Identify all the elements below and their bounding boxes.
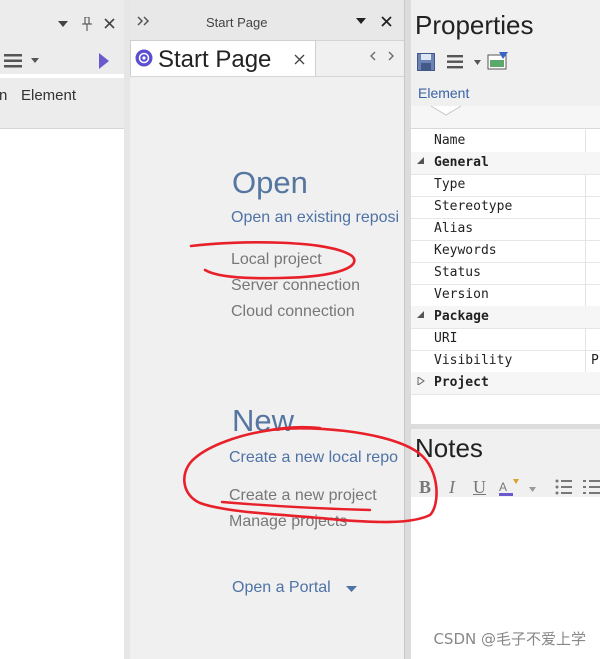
create-new-project-link[interactable]: Create a new project (229, 487, 377, 505)
start-page-panel: Start Page Start Page Open Open an exist… (130, 0, 404, 659)
property-label: Alias (434, 221, 474, 236)
scroll-right-icon[interactable] (388, 51, 394, 61)
underline-button[interactable]: U (473, 477, 486, 498)
property-row[interactable]: Keywords (411, 240, 600, 263)
column-divider[interactable] (585, 350, 586, 372)
dropdown-icon[interactable] (356, 18, 366, 24)
bullet-list-icon[interactable] (555, 479, 573, 495)
column-divider[interactable] (585, 174, 586, 196)
chevron-down-icon[interactable] (346, 586, 357, 592)
start-page-icon (135, 49, 153, 67)
property-row[interactable]: Alias (411, 218, 600, 241)
column-divider[interactable] (585, 130, 586, 152)
cloud-connection-link[interactable]: Cloud connection (231, 303, 355, 321)
property-value[interactable]: Pu (591, 353, 600, 368)
tab-element[interactable]: Element (21, 87, 76, 104)
property-label: Stereotype (434, 199, 513, 214)
tab-pointer (431, 105, 461, 116)
open-existing-link[interactable]: Open an existing reposi (231, 209, 399, 227)
left-panel-toolbar (0, 48, 124, 74)
text-color-icon[interactable]: A (499, 479, 521, 497)
expand-down-icon[interactable] (417, 311, 425, 319)
svg-text:A: A (499, 480, 507, 494)
numbered-list-icon[interactable] (583, 479, 600, 495)
property-label: Type (434, 177, 466, 192)
chevron-down-icon[interactable] (529, 487, 536, 492)
property-label: Version (434, 287, 489, 302)
tab-element[interactable]: Element (418, 85, 469, 101)
column-divider[interactable] (585, 218, 586, 240)
properties-title: Properties (415, 10, 534, 40)
manage-projects-link[interactable]: Manage projects (229, 513, 347, 531)
left-panel-tabs: n Element (0, 78, 124, 129)
close-icon[interactable] (104, 18, 115, 29)
italic-button[interactable]: I (449, 477, 455, 498)
open-portal-link[interactable]: Open a Portal (232, 579, 331, 597)
property-category[interactable]: Project (411, 372, 600, 395)
property-label: Package (434, 309, 489, 324)
play-icon[interactable] (99, 53, 109, 69)
property-row[interactable]: Version (411, 284, 600, 307)
menu-icon[interactable] (4, 54, 24, 68)
property-row[interactable]: Stereotype (411, 196, 600, 219)
property-label: Status (434, 265, 481, 280)
left-panel-titlebar (0, 0, 124, 49)
notes-title: Notes (415, 433, 483, 463)
expand-down-icon[interactable] (417, 157, 425, 165)
property-row[interactable]: Visibility Pu (411, 350, 600, 373)
property-label: Keywords (434, 243, 497, 258)
notes-header: Notes B I U A (411, 424, 600, 497)
close-icon[interactable] (381, 16, 392, 27)
expand-right-icon[interactable] (417, 377, 425, 385)
property-row[interactable]: Name (411, 130, 600, 153)
image-edit-icon[interactable] (487, 51, 509, 71)
bold-button[interactable]: B (419, 477, 431, 498)
property-label: Visibility (434, 353, 513, 368)
property-row[interactable]: Status (411, 262, 600, 285)
local-project-link[interactable]: Local project (231, 251, 322, 269)
column-divider[interactable] (585, 240, 586, 262)
tab-strip (411, 105, 600, 129)
start-page-body: Open Open an existing reposi Local proje… (130, 76, 404, 659)
start-page-titlebar: Start Page (130, 0, 404, 41)
server-connection-link[interactable]: Server connection (231, 277, 360, 295)
save-icon[interactable] (417, 53, 435, 71)
start-page-tab-title: Start Page (158, 46, 272, 73)
property-category[interactable]: Package (411, 306, 600, 329)
create-local-repo-link[interactable]: Create a new local repo (229, 449, 398, 467)
pin-icon[interactable] (82, 17, 92, 31)
double-chevron-icon[interactable] (137, 16, 150, 26)
menu-icon[interactable] (447, 55, 465, 69)
property-label: Project (434, 375, 489, 390)
property-label: Name (434, 133, 466, 148)
left-panel: n Element (0, 0, 125, 659)
chevron-down-icon[interactable] (31, 58, 39, 63)
dropdown-icon[interactable] (58, 21, 68, 27)
properties-header: Properties Element (411, 0, 600, 106)
close-tab-icon[interactable] (294, 54, 305, 65)
property-category[interactable]: General (411, 152, 600, 175)
open-heading: Open (232, 165, 308, 200)
scroll-left-icon[interactable] (370, 51, 376, 61)
column-divider[interactable] (585, 262, 586, 284)
new-heading: New (232, 403, 295, 438)
watermark: CSDN @毛子不爱上学 (433, 630, 586, 648)
column-divider[interactable] (585, 284, 586, 306)
column-divider[interactable] (585, 328, 586, 350)
chevron-down-icon[interactable] (474, 60, 481, 65)
property-row[interactable]: URI (411, 328, 600, 351)
property-row[interactable]: Type (411, 174, 600, 197)
property-label: General (434, 155, 489, 170)
start-page-header-title: Start Page (206, 15, 268, 30)
properties-panel: Properties Element Name General Type Stereo… (411, 0, 600, 659)
tab-partial-label[interactable]: n (0, 87, 7, 104)
property-label: URI (434, 331, 458, 346)
tab-start-page[interactable]: Start Page (130, 40, 316, 77)
column-divider[interactable] (585, 196, 586, 218)
